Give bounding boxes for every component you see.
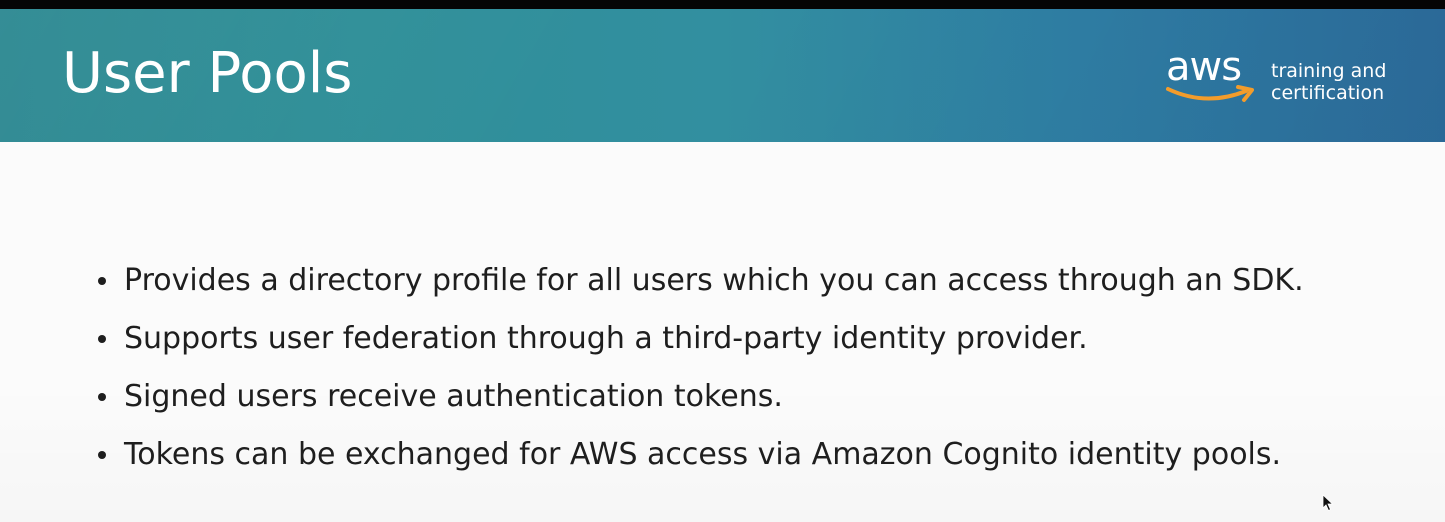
bullet-item: Signed users receive authentication toke… xyxy=(96,368,1304,426)
aws-training-logo: aws training and certification xyxy=(1166,45,1406,115)
bullet-item: Provides a directory profile for all use… xyxy=(96,252,1304,310)
aws-tagline: training and certification xyxy=(1271,60,1386,104)
bullet-item: Tokens can be exchanged for AWS access v… xyxy=(96,426,1304,484)
bullet-dot-icon xyxy=(98,335,106,343)
top-black-bar xyxy=(0,0,1445,9)
bullet-text: Supports user federation through a third… xyxy=(124,321,1088,356)
bullet-text: Provides a directory profile for all use… xyxy=(124,263,1304,298)
slide-content: Provides a directory profile for all use… xyxy=(0,142,1445,522)
bullet-text: Signed users receive authentication toke… xyxy=(124,379,783,414)
tagline-line-1: training and xyxy=(1271,60,1387,82)
bullet-dot-icon xyxy=(98,393,106,401)
bullet-list: Provides a directory profile for all use… xyxy=(96,252,1304,484)
mouse-pointer-icon xyxy=(1322,494,1334,512)
slide-title: User Pools xyxy=(62,41,353,106)
slide-header-banner: User Pools aws training and certificatio… xyxy=(0,9,1445,142)
aws-wordmark: aws xyxy=(1166,44,1242,90)
bullet-item: Supports user federation through a third… xyxy=(96,310,1304,368)
bullet-text: Tokens can be exchanged for AWS access v… xyxy=(124,437,1282,472)
tagline-line-2: certification xyxy=(1271,82,1385,104)
bullet-dot-icon xyxy=(98,277,106,285)
aws-smile-icon xyxy=(1166,85,1254,102)
bullet-dot-icon xyxy=(98,451,106,459)
